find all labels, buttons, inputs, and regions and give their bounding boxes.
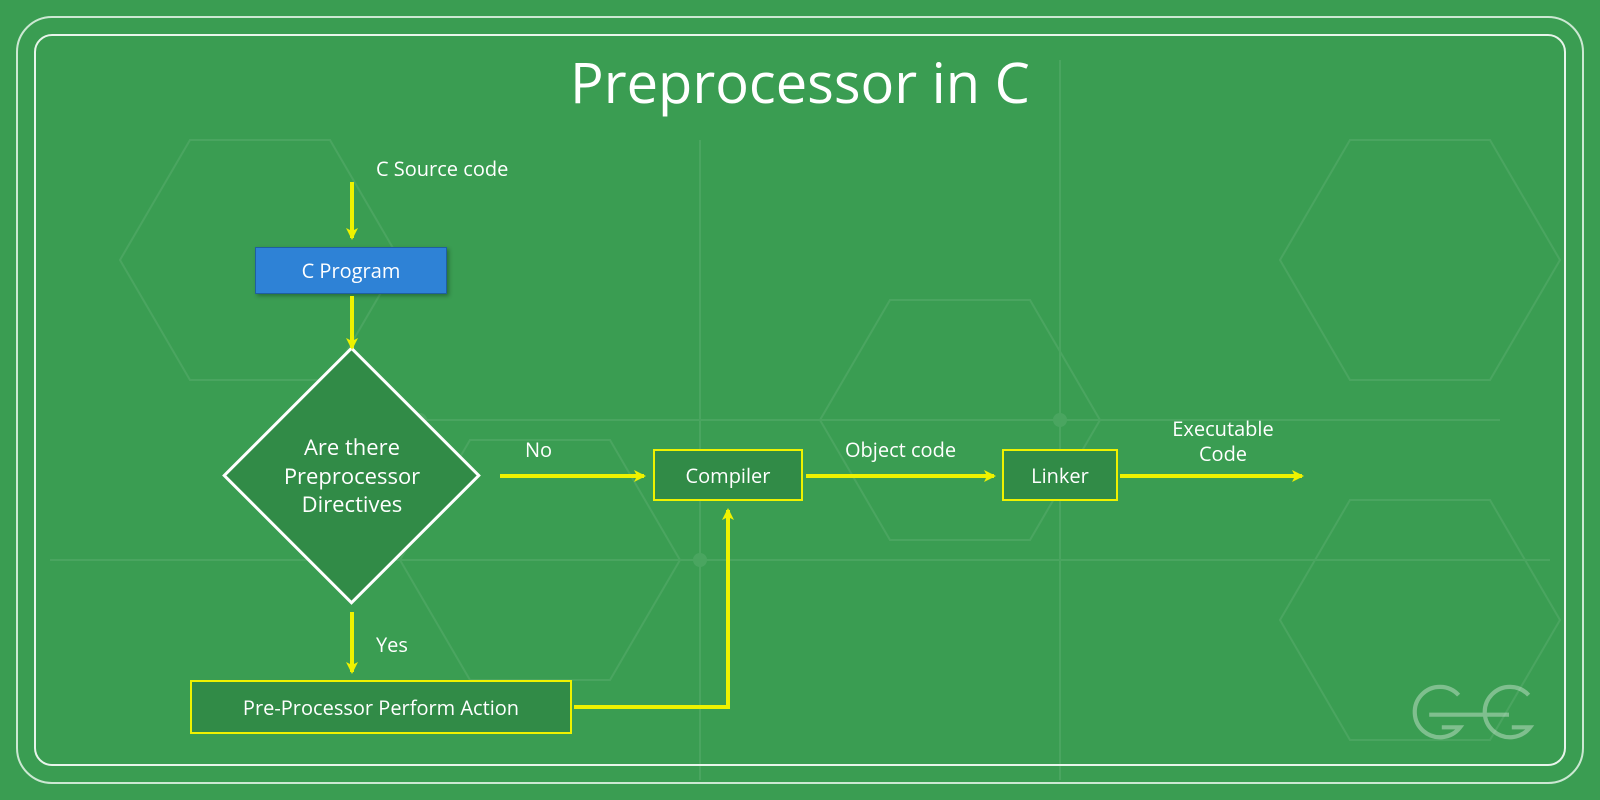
decision-line1: Are there [284, 433, 420, 462]
label-executable-code: Executable Code [1148, 416, 1298, 466]
label-object-code: Object code [845, 437, 956, 462]
label-yes: Yes [376, 632, 408, 657]
node-c-program-text: C Program [302, 257, 401, 284]
gg-logo-icon [1404, 682, 1544, 746]
node-preprocessor-action-text: Pre-Processor Perform Action [243, 694, 519, 721]
node-linker-text: Linker [1031, 462, 1089, 489]
decision-line2: Preprocessor [284, 462, 420, 491]
decision-line3: Directives [284, 490, 420, 519]
decision-text: Are there Preprocessor Directives [222, 346, 482, 606]
node-c-program: C Program [255, 247, 447, 294]
node-compiler-text: Compiler [686, 462, 771, 489]
node-compiler: Compiler [653, 449, 803, 501]
node-linker: Linker [1002, 449, 1118, 501]
label-exec-line1: Executable [1148, 416, 1298, 441]
label-no: No [525, 437, 552, 462]
label-exec-line2: Code [1148, 441, 1298, 466]
node-preprocessor-action: Pre-Processor Perform Action [190, 680, 572, 734]
diagram-title: Preprocessor in C [0, 44, 1600, 120]
label-source-code: C Source code [376, 156, 508, 181]
node-decision: Are there Preprocessor Directives [222, 346, 482, 606]
